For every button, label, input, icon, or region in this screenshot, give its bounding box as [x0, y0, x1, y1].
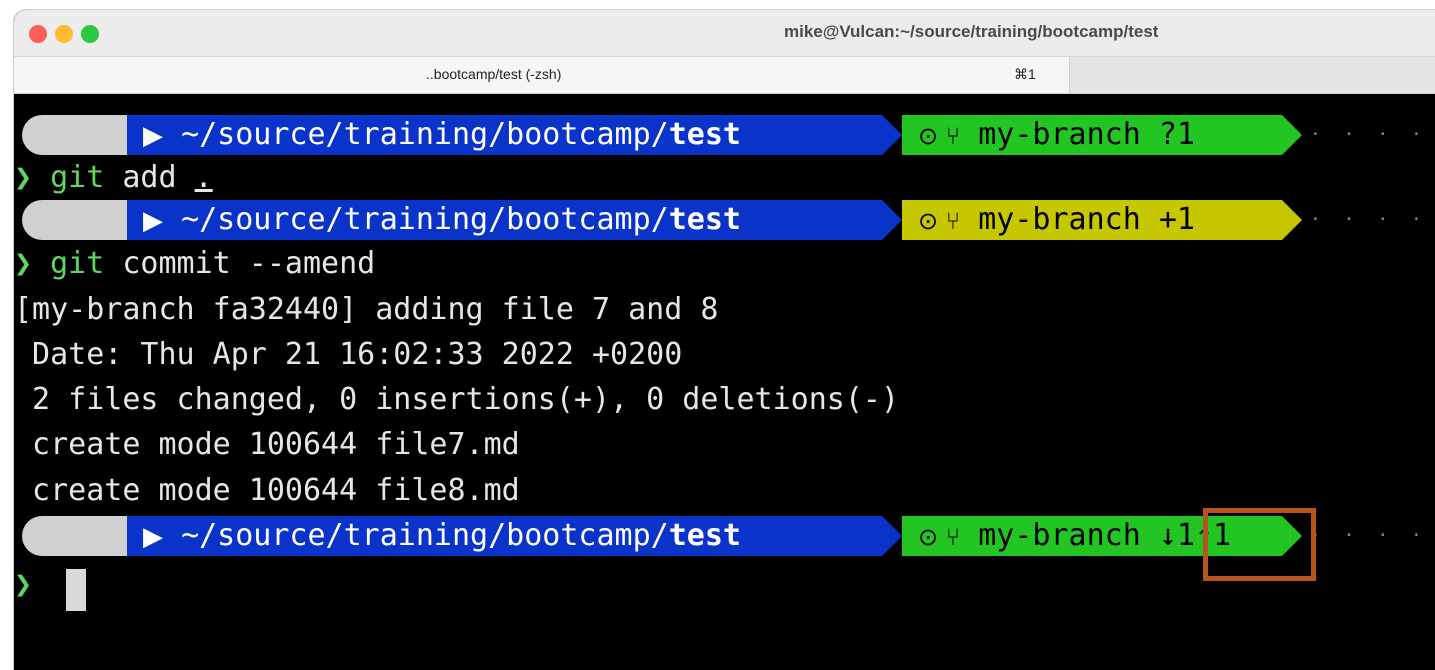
separator-arrow: [882, 115, 902, 155]
output-line: 2 files changed, 0 insertions(+), 0 dele…: [14, 382, 900, 417]
os-segment: [22, 516, 127, 556]
trail-dots: · · · · · ·: [1310, 209, 1428, 230]
minimize-button[interactable]: [55, 25, 73, 43]
folder-icon: ▶: [143, 206, 163, 236]
prompt-line: ▶ ~/source/training/bootcamp/test ⊙ ⑂ my…: [14, 200, 1435, 240]
git-branch-icon: ⊙ ⑂: [918, 523, 961, 551]
branch-name: my-branch: [978, 202, 1141, 237]
prompt-char: ❯: [14, 246, 33, 281]
path-segment: ▶ ~/source/training/bootcamp/test: [127, 115, 882, 155]
folder-icon: ▶: [143, 121, 163, 151]
path-text: ~/source/training/bootcamp/: [181, 117, 669, 152]
prompt-char: ❯: [14, 567, 33, 602]
folder-icon: ▶: [143, 522, 163, 552]
text-cursor: [66, 569, 86, 611]
status-highlight-box: [1203, 508, 1316, 581]
prompt-char: ❯: [14, 160, 33, 195]
apple-icon: [64, 522, 86, 548]
title-bar: mike@Vulcan:~/source/training/bootcamp/t…: [14, 10, 1435, 57]
window-title: mike@Vulcan:~/source/training/bootcamp/t…: [784, 22, 1159, 41]
git-segment: ⊙ ⑂ my-branch +1: [902, 200, 1282, 240]
path-current-dir: test: [668, 117, 741, 152]
terminal-window: mike@Vulcan:~/source/training/bootcamp/t…: [14, 10, 1435, 670]
path-text: ~/source/training/bootcamp/: [181, 518, 669, 553]
git-status: ?1: [1158, 117, 1195, 152]
output-line: Date: Thu Apr 21 16:02:33 2022 +0200: [14, 337, 683, 372]
separator-arrow: [1282, 200, 1302, 240]
path-segment: ▶ ~/source/training/bootcamp/test: [127, 200, 882, 240]
os-segment: [22, 200, 127, 240]
output-line: [my-branch fa32440] adding file 7 and 8: [14, 292, 719, 327]
command-git: git: [50, 246, 105, 281]
close-button[interactable]: [29, 25, 47, 43]
path-segment: ▶ ~/source/training/bootcamp/test: [127, 516, 882, 556]
git-branch-icon: ⊙ ⑂: [918, 207, 961, 235]
command-line: ❯ git add .: [14, 157, 213, 199]
git-branch-icon: ⊙ ⑂: [918, 122, 961, 150]
separator-arrow: [1282, 115, 1302, 155]
zoom-button[interactable]: [81, 25, 99, 43]
tab-bar: ..bootcamp/test (-zsh) ⌘1: [14, 57, 1435, 94]
path-current-dir: test: [668, 202, 741, 237]
branch-name: my-branch: [978, 117, 1141, 152]
separator-arrow: [882, 516, 902, 556]
trail-dots: · · · · · ·: [1310, 525, 1428, 546]
command-rest: commit --amend: [104, 246, 376, 281]
command-arg: .: [194, 160, 213, 195]
prompt-line: ▶ ~/source/training/bootcamp/test ⊙ ⑂ my…: [14, 115, 1435, 155]
branch-name: my-branch: [978, 518, 1141, 553]
tab-label: ..bootcamp/test (-zsh): [426, 66, 562, 82]
command-line: ❯ git commit --amend: [14, 243, 375, 285]
trail-dots: · · · · · ·: [1310, 124, 1428, 145]
terminal-content[interactable]: ▶ ~/source/training/bootcamp/test ⊙ ⑂ my…: [14, 94, 1435, 670]
apple-icon: [64, 206, 86, 232]
git-segment: ⊙ ⑂ my-branch ?1: [902, 115, 1282, 155]
output-line: create mode 100644 file7.md: [14, 427, 520, 462]
command-line: ❯: [14, 564, 32, 606]
tab-zsh[interactable]: ..bootcamp/test (-zsh) ⌘1: [14, 57, 1070, 93]
command-git: git: [50, 160, 105, 195]
path-current-dir: test: [668, 518, 741, 553]
output-line: create mode 100644 file8.md: [14, 473, 520, 508]
separator-arrow: [882, 200, 902, 240]
os-segment: [22, 115, 127, 155]
apple-icon: [64, 121, 86, 147]
path-text: ~/source/training/bootcamp/: [181, 202, 669, 237]
git-status: +1: [1158, 202, 1195, 237]
tab-shortcut: ⌘1: [1014, 66, 1036, 82]
command-rest: add: [104, 160, 195, 195]
